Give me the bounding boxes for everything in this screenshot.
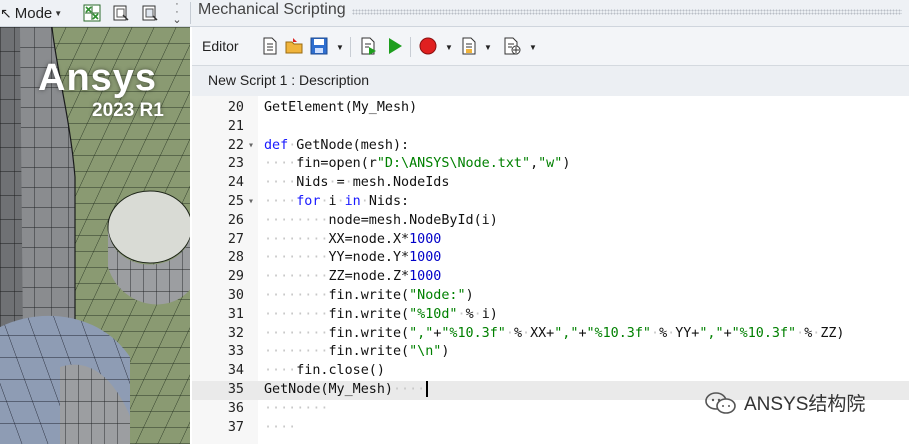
code-text: ····fin=open(r"D:\ANSYS\Node.txt","w") <box>264 156 571 172</box>
scripting-panel: Editor ▼ ▼ ▼ ▼ New Script 1 : Descriptio… <box>192 27 909 444</box>
code-line[interactable]: 26 ········node=mesh.NodeById(i) <box>192 212 909 231</box>
debug-icon[interactable] <box>503 37 521 55</box>
line-number: 21 <box>227 118 244 134</box>
panel-drag-handle[interactable] <box>352 9 902 15</box>
script-tab-bar: New Script 1 : Description <box>192 65 909 97</box>
new-script-icon[interactable] <box>261 37 279 55</box>
script-tab[interactable]: New Script 1 : Description <box>208 72 369 88</box>
code-line[interactable]: 28 ········YY=node.Y*1000 <box>192 249 909 268</box>
record-icon[interactable] <box>419 37 437 55</box>
line-number: 35 <box>227 382 244 397</box>
code-text: ········XX=node.X*1000 <box>264 231 442 247</box>
line-number: 27 <box>227 231 244 247</box>
divider <box>190 2 191 24</box>
debug-options-chevron-icon[interactable]: ▼ <box>529 43 537 52</box>
code-line[interactable]: 37 ···· <box>192 419 909 438</box>
chevron-down-icon: ▼ <box>54 8 63 18</box>
record-options-chevron-icon[interactable]: ▼ <box>445 43 453 52</box>
run-selection-icon[interactable] <box>360 37 378 55</box>
line-number: 28 <box>227 250 244 266</box>
line-number: 20 <box>227 100 244 115</box>
code-text: ········fin.write("\n") <box>264 344 450 360</box>
code-line[interactable]: 31 ········fin.write("%10d"·%·i) <box>192 306 909 325</box>
code-line[interactable]: 21 <box>192 118 909 137</box>
snippet-icon[interactable] <box>460 37 478 55</box>
code-text: GetElement(My_Mesh) <box>264 100 418 115</box>
code-line[interactable]: 25 ▾ ····for·i·in·Nids: <box>192 193 909 212</box>
fold-toggle-icon[interactable]: ▾ <box>248 193 254 212</box>
line-number: 26 <box>227 212 244 228</box>
select-extend-icon[interactable] <box>112 4 130 22</box>
snippet-options-chevron-icon[interactable]: ▼ <box>484 43 492 52</box>
code-text: ········YY=node.Y*1000 <box>264 250 442 266</box>
code-text: ········node=mesh.NodeById(i) <box>264 212 498 228</box>
top-toolbar: ↖ Mode ▼ · · ⌄ Mechanical Scripting <box>0 0 909 27</box>
line-number: 25 <box>227 194 244 209</box>
line-number: 37 <box>227 419 244 435</box>
save-icon[interactable] <box>310 37 328 55</box>
open-folder-icon[interactable] <box>285 37 303 55</box>
select-filter-icon[interactable] <box>141 4 159 22</box>
watermark-text: ANSYS结构院 <box>744 394 866 415</box>
line-number: 32 <box>227 325 244 341</box>
line-number: 23 <box>227 156 244 172</box>
code-line[interactable]: 22 ▾ def·GetNode(mesh): <box>192 137 909 156</box>
mode-label: Mode <box>14 4 53 22</box>
wechat-icon <box>705 391 736 414</box>
code-text: ········fin.write(","+"%10.3f"·%·XX+","+… <box>264 325 845 341</box>
save-options-chevron-icon[interactable]: ▼ <box>336 43 344 52</box>
code-line[interactable]: 27 ········XX=node.X*1000 <box>192 231 909 250</box>
code-text: ········fin.write("%10d"·%·i) <box>264 306 498 322</box>
select-mesh-icon[interactable] <box>83 4 101 22</box>
code-text: ········ZZ=node.Z*1000 <box>264 269 442 285</box>
editor-label: Editor <box>202 38 239 54</box>
code-line[interactable]: 20 GetElement(My_Mesh) <box>192 99 909 118</box>
code-line[interactable]: 29 ········ZZ=node.Z*1000 <box>192 268 909 287</box>
toolbar-overflow-icon[interactable]: · · ⌄ <box>172 0 182 26</box>
code-line[interactable]: 34 ····fin.close() <box>192 362 909 381</box>
line-number: 31 <box>227 306 244 322</box>
cursor-icon: ↖ <box>0 4 12 21</box>
ansys-version: 2023 R1 <box>92 100 164 121</box>
code-text: ····fin.close() <box>264 363 385 379</box>
panel-title: Mechanical Scripting <box>198 1 346 18</box>
run-script-icon[interactable] <box>386 37 404 55</box>
code-line[interactable]: 24 ····Nids·=·mesh.NodeIds <box>192 174 909 193</box>
mode-dropdown[interactable]: ↖ Mode ▼ <box>0 3 62 23</box>
line-number: 36 <box>227 400 244 416</box>
divider <box>350 37 351 57</box>
code-text: GetNode(My_Mesh)···· <box>264 381 429 400</box>
code-line[interactable]: 23 ····fin=open(r"D:\ANSYS\Node.txt","w") <box>192 155 909 174</box>
line-number: 33 <box>227 344 244 360</box>
line-number: 30 <box>227 288 244 303</box>
line-number: 24 <box>227 175 244 191</box>
ansys-logo: Ansys <box>38 57 158 99</box>
line-number: 34 <box>227 363 244 379</box>
code-text: ····for·i·in·Nids: <box>264 194 410 209</box>
line-number: 22 <box>227 137 244 153</box>
code-text: ········fin.write("Node:") <box>264 288 474 303</box>
code-text: ····Nids·=·mesh.NodeIds <box>264 175 450 191</box>
code-text: def·GetNode(mesh): <box>264 137 410 153</box>
code-line[interactable]: 32 ········fin.write(","+"%10.3f"·%·XX+",… <box>192 325 909 344</box>
code-text: ···· <box>264 419 297 435</box>
fold-toggle-icon[interactable]: ▾ <box>248 137 254 156</box>
model-viewport[interactable]: Ansys 2023 R1 <box>0 27 190 444</box>
code-text: ········ <box>264 400 329 416</box>
divider <box>410 37 411 57</box>
line-number: 29 <box>227 269 244 285</box>
watermark: ANSYS结构院 <box>704 389 865 416</box>
code-line[interactable]: 33 ········fin.write("\n") <box>192 343 909 362</box>
code-line[interactable]: 30 ········fin.write("Node:") <box>192 287 909 306</box>
